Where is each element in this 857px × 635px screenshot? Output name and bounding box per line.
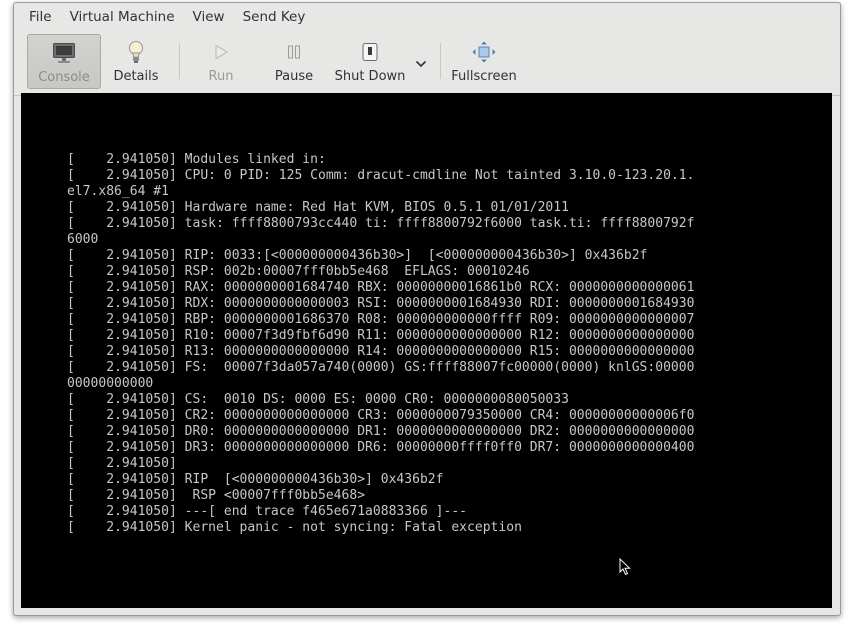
console-line: [ 2.941050] RIP [<000000000436b30>] 0x43… bbox=[67, 471, 444, 487]
menu-virtual-machine[interactable]: Virtual Machine bbox=[61, 3, 184, 31]
play-icon bbox=[206, 39, 236, 65]
console-line: [ 2.941050] bbox=[67, 455, 177, 471]
fullscreen-button[interactable]: Fullscreen bbox=[450, 34, 518, 87]
console-line: [ 2.941050] ---[ end trace f465e671a0883… bbox=[67, 503, 468, 519]
console-line: [ 2.941050] RIP: 0033:[<000000000436b30>… bbox=[67, 247, 648, 263]
console-line: [ 2.941050] CPU: 0 PID: 125 Comm: dracut… bbox=[67, 167, 695, 183]
run-label: Run bbox=[208, 69, 234, 84]
console-line: 6000 bbox=[67, 231, 99, 247]
console-line: [ 2.941050] RDX: 0000000000000003 RSI: 0… bbox=[67, 295, 695, 311]
pause-button[interactable]: Pause bbox=[269, 34, 319, 87]
shutdown-button[interactable]: Shut Down bbox=[332, 34, 408, 87]
console-line: [ 2.941050] R10: 00007f3d9fbf6d90 R11: 0… bbox=[67, 327, 695, 343]
console-button[interactable]: Console bbox=[27, 34, 101, 89]
console-line: [ 2.941050] RAX: 0000000001684740 RBX: 0… bbox=[67, 279, 695, 295]
chevron-down-icon bbox=[415, 53, 427, 72]
shutdown-dropdown[interactable] bbox=[411, 49, 431, 75]
console-line: [ 2.941050] Kernel panic - not syncing: … bbox=[67, 519, 522, 535]
lightbulb-icon bbox=[121, 39, 151, 65]
details-button[interactable]: Details bbox=[106, 34, 166, 87]
console-text: [ 2.941050] Modules linked in:[ 2.941050… bbox=[67, 151, 694, 535]
console-line: [ 2.941050] Hardware name: Red Hat KVM, … bbox=[67, 199, 569, 215]
pause-icon bbox=[279, 39, 309, 65]
fullscreen-label: Fullscreen bbox=[451, 69, 517, 84]
console-line: [ 2.941050] Modules linked in: bbox=[67, 151, 326, 167]
console-line: 00000000000 bbox=[67, 375, 154, 391]
console-line: [ 2.941050] RSP <00007fff0bb5e468> bbox=[67, 487, 366, 503]
monitor-icon bbox=[49, 40, 79, 66]
menubar: File Virtual Machine View Send Key bbox=[14, 3, 840, 31]
toolbar-separator bbox=[440, 43, 441, 79]
console-label: Console bbox=[38, 70, 90, 85]
menu-view[interactable]: View bbox=[184, 3, 234, 31]
details-label: Details bbox=[113, 69, 159, 84]
vm-viewer-window: File Virtual Machine View Send Key Conso… bbox=[13, 2, 841, 616]
vm-console-display[interactable]: [ 2.941050] Modules linked in:[ 2.941050… bbox=[21, 93, 832, 608]
run-button[interactable]: Run bbox=[197, 34, 245, 87]
console-line: [ 2.941050] task: ffff8800793cc440 ti: f… bbox=[67, 215, 695, 231]
console-line: [ 2.941050] CR2: 0000000000000000 CR3: 0… bbox=[67, 407, 695, 423]
shutdown-label: Shut Down bbox=[334, 69, 406, 84]
menu-file[interactable]: File bbox=[14, 3, 61, 31]
fullscreen-icon bbox=[469, 39, 499, 65]
pause-label: Pause bbox=[274, 69, 314, 84]
mouse-pointer-icon bbox=[619, 558, 631, 576]
toolbar: Console Details Run Pause Shut Down Full… bbox=[14, 31, 840, 96]
console-line: el7.x86_64 #1 bbox=[67, 183, 169, 199]
console-line: [ 2.941050] DR3: 0000000000000000 DR6: 0… bbox=[67, 439, 695, 455]
menu-send-key[interactable]: Send Key bbox=[234, 3, 315, 31]
console-line: [ 2.941050] R13: 0000000000000000 R14: 0… bbox=[67, 343, 695, 359]
console-line: [ 2.941050] RSP: 002b:00007fff0bb5e468 E… bbox=[67, 263, 530, 279]
console-line: [ 2.941050] RBP: 0000000001686370 R08: 0… bbox=[67, 311, 695, 327]
console-line: [ 2.941050] DR0: 0000000000000000 DR1: 0… bbox=[67, 423, 695, 439]
power-icon bbox=[355, 39, 385, 65]
console-line: [ 2.941050] FS: 00007f3da057a740(0000) G… bbox=[67, 359, 695, 375]
toolbar-separator bbox=[179, 43, 180, 79]
console-line: [ 2.941050] CS: 0010 DS: 0000 ES: 0000 C… bbox=[67, 391, 569, 407]
